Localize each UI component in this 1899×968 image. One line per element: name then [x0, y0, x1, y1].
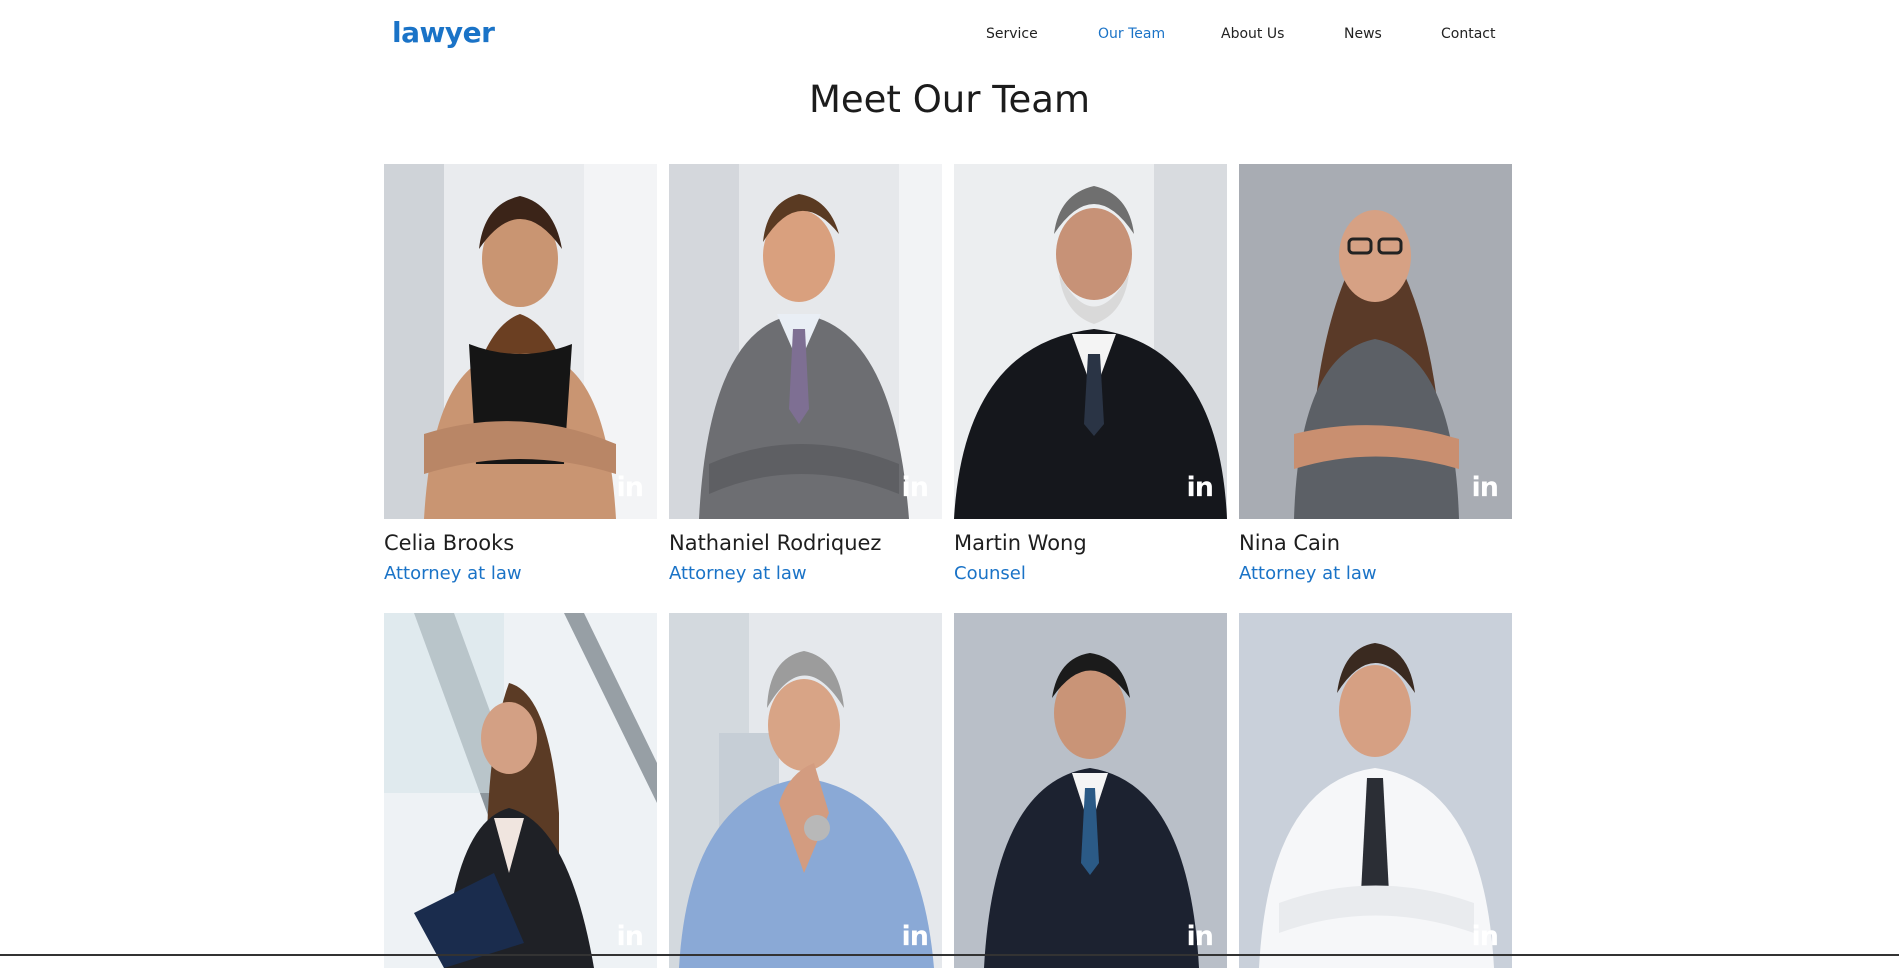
linkedin-icon[interactable]: in: [1187, 474, 1215, 501]
team-member-photo: in: [384, 613, 657, 968]
linkedin-icon[interactable]: in: [1472, 923, 1500, 950]
team-member-photo: in: [669, 613, 942, 968]
team-card: in: [384, 613, 657, 968]
team-card: in: [669, 613, 942, 968]
member-name: Celia Brooks: [384, 531, 515, 555]
team-member-photo: in: [954, 613, 1227, 968]
member-role: Attorney at law: [384, 563, 522, 584]
member-role: Counsel: [954, 563, 1026, 584]
nav-our-team[interactable]: Our Team: [1098, 26, 1165, 42]
member-name: Martin Wong: [954, 531, 1087, 555]
portrait-image: [1239, 613, 1512, 968]
team-card: in: [1239, 613, 1512, 968]
team-card: in: [954, 613, 1227, 968]
team-member-photo: in: [384, 164, 657, 519]
team-card: in Nathaniel Rodriquez Attorney at law: [669, 164, 942, 584]
page-title: Meet Our Team: [808, 78, 1091, 121]
team-card: in Celia Brooks Attorney at law: [384, 164, 657, 584]
portrait-image: [954, 164, 1227, 519]
team-member-photo: in: [1239, 613, 1512, 968]
nav-service[interactable]: Service: [986, 26, 1038, 42]
portrait-image: [669, 164, 942, 519]
member-role: Attorney at law: [669, 563, 807, 584]
site-header: lawyer Service Our Team About Us News Co…: [0, 0, 1899, 72]
portrait-image: [1239, 164, 1512, 519]
member-role: Attorney at law: [1239, 563, 1377, 584]
portrait-image: [384, 164, 657, 519]
linkedin-icon[interactable]: in: [617, 923, 645, 950]
team-member-photo: in: [1239, 164, 1512, 519]
portrait-image: [384, 613, 657, 968]
team-member-photo: in: [669, 164, 942, 519]
team-card: in Nina Cain Attorney at law: [1239, 164, 1512, 584]
portrait-image: [954, 613, 1227, 968]
nav-news[interactable]: News: [1344, 26, 1382, 42]
team-card: in Martin Wong Counsel: [954, 164, 1227, 584]
linkedin-icon[interactable]: in: [1187, 923, 1215, 950]
team-member-photo: in: [954, 164, 1227, 519]
linkedin-icon[interactable]: in: [1472, 474, 1500, 501]
portrait-image: [669, 613, 942, 968]
linkedin-icon[interactable]: in: [617, 474, 645, 501]
linkedin-icon[interactable]: in: [902, 923, 930, 950]
nav-about-us[interactable]: About Us: [1221, 26, 1284, 42]
member-name: Nina Cain: [1239, 531, 1341, 555]
linkedin-icon[interactable]: in: [902, 474, 930, 501]
main-nav: Service Our Team About Us News Contact: [0, 26, 1899, 48]
member-name: Nathaniel Rodriquez: [669, 531, 882, 555]
nav-contact[interactable]: Contact: [1441, 26, 1495, 42]
